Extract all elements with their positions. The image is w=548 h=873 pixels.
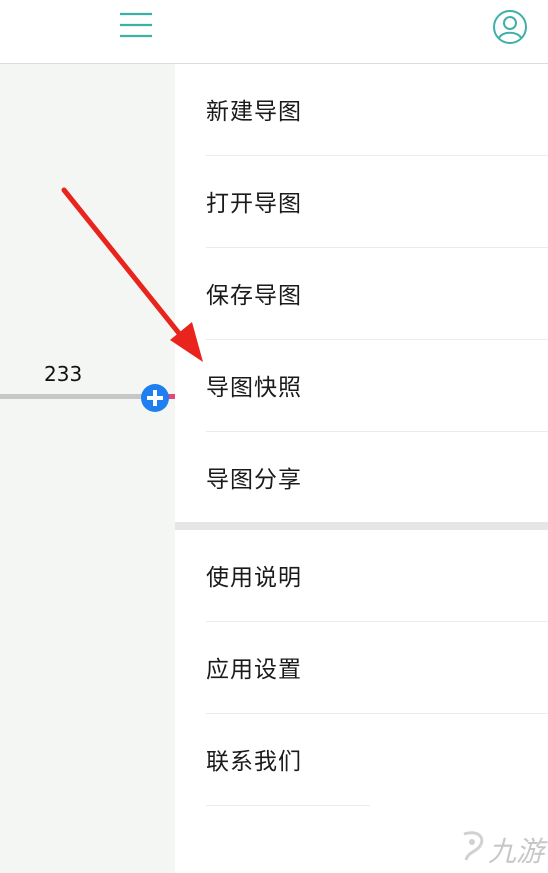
menu-item-map-snapshot[interactable]: 导图快照 (175, 340, 548, 432)
menu-item-instructions[interactable]: 使用说明 (175, 530, 548, 622)
plus-circle-icon (147, 390, 163, 406)
menu-item-label: 保存导图 (206, 283, 302, 309)
add-child-node-button[interactable] (141, 384, 169, 412)
app-screen: 233 新建导图 打开导图 保存导图 导图快照 导图分享 使用说明 应用设置 联… (0, 0, 548, 873)
user-account-icon (493, 10, 527, 44)
watermark-text: 九游 (488, 835, 545, 868)
menu-item-new-map[interactable]: 新建导图 (175, 64, 548, 156)
menu-item-label: 导图快照 (206, 375, 302, 401)
menu-item-label: 使用说明 (206, 565, 302, 591)
menu-separator (206, 805, 370, 806)
menu-item-share-map[interactable]: 导图分享 (175, 432, 548, 524)
menu-item-label: 新建导图 (206, 99, 302, 125)
top-bar (0, 0, 548, 64)
mindmap-canvas[interactable]: 233 (0, 64, 175, 873)
menu-item-label: 应用设置 (206, 657, 302, 683)
menu-item-save-map[interactable]: 保存导图 (175, 248, 548, 340)
menu-item-label: 导图分享 (206, 467, 302, 493)
side-menu-drawer: 新建导图 打开导图 保存导图 导图快照 导图分享 使用说明 应用设置 联系我们 (175, 64, 548, 873)
menu-item-open-map[interactable]: 打开导图 (175, 156, 548, 248)
menu-item-label: 打开导图 (206, 191, 302, 217)
menu-item-label: 联系我们 (206, 749, 302, 775)
hamburger-menu-icon (120, 12, 152, 38)
mindmap-node-connector (0, 394, 150, 399)
menu-item-app-settings[interactable]: 应用设置 (175, 622, 548, 714)
menu-item-contact-us[interactable]: 联系我们 (175, 714, 548, 806)
user-account-button[interactable] (490, 8, 530, 48)
mindmap-node-label[interactable]: 233 (44, 362, 82, 386)
nine-game-logo-icon (463, 831, 484, 861)
watermark-logo: 九游 (456, 826, 548, 870)
hamburger-menu-button[interactable] (116, 9, 156, 43)
menu-group-divider (175, 522, 548, 530)
